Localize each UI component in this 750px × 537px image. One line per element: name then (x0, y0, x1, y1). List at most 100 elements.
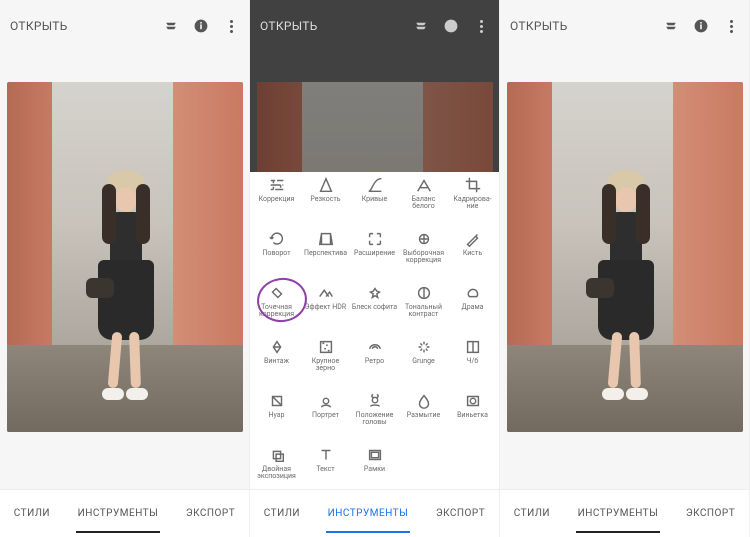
crop-icon (464, 176, 482, 194)
tonal-icon (415, 284, 433, 302)
canvas[interactable] (0, 52, 249, 489)
noir-icon (268, 392, 286, 410)
bottom-tabs: СТИЛИ ИНСТРУМЕНТЫ ЭКСПОРТ (500, 489, 749, 537)
tool-brush[interactable]: Кисть (448, 230, 497, 284)
info-icon[interactable] (193, 18, 209, 34)
tool-label: Кисть (463, 250, 482, 257)
open-button[interactable]: ОТКРЫТЬ (260, 19, 318, 33)
edited-photo (507, 82, 743, 432)
tool-retro[interactable]: Ретро (350, 338, 399, 392)
tool-label: Эффект HDR (305, 304, 346, 311)
tool-label: Ч/б (467, 358, 479, 365)
topbar: ОТКРЫТЬ (500, 0, 749, 52)
tab-styles[interactable]: СТИЛИ (512, 502, 552, 525)
tool-glamour[interactable]: Блеск софита (350, 284, 399, 338)
more-icon[interactable] (723, 18, 739, 34)
tab-export[interactable]: ЭКСПОРТ (434, 502, 487, 525)
tool-double[interactable]: Двойная экспозиция (252, 446, 301, 489)
tool-label: Поворот (262, 250, 290, 257)
stack-icon[interactable] (163, 18, 179, 34)
edited-photo (7, 82, 243, 432)
bottom-tabs: СТИЛИ ИНСТРУМЕНТЫ ЭКСПОРТ (250, 489, 499, 537)
tool-label: Ретро (365, 358, 384, 365)
tool-text[interactable]: Текст (301, 446, 350, 489)
tool-rotate[interactable]: Поворот (252, 230, 301, 284)
tool-headpose[interactable]: Положение головы (350, 392, 399, 446)
hdr-icon (317, 284, 335, 302)
retro-icon (366, 338, 384, 356)
vintage-icon (268, 338, 286, 356)
grunge-icon (415, 338, 433, 356)
tool-grunge[interactable]: Grunge (399, 338, 448, 392)
tool-label: Нуар (269, 412, 285, 419)
tool-label: Винтаж (264, 358, 289, 365)
tool-label: Выборочная коррекция (401, 250, 447, 264)
tool-label: Коррекция (259, 196, 295, 203)
tool-label: Виньетка (457, 412, 488, 419)
tool-label: Кадрирова-ние (450, 196, 496, 210)
tool-perspective[interactable]: Перспектива (301, 230, 350, 284)
tool-hdr[interactable]: Эффект HDR (301, 284, 350, 338)
tool-vintage[interactable]: Винтаж (252, 338, 301, 392)
bw-icon (464, 338, 482, 356)
tool-label: Рамки (364, 466, 385, 473)
tool-blur[interactable]: Размытие (399, 392, 448, 446)
tab-export[interactable]: ЭКСПОРТ (184, 502, 237, 525)
tab-export[interactable]: ЭКСПОРТ (684, 502, 737, 525)
selective-icon (415, 230, 433, 248)
tab-styles[interactable]: СТИЛИ (12, 502, 52, 525)
tool-noir[interactable]: Нуар (252, 392, 301, 446)
tool-label: Резкость (310, 196, 340, 203)
more-icon[interactable] (223, 18, 239, 34)
text-icon (317, 446, 335, 464)
info-icon[interactable] (693, 18, 709, 34)
tool-bw[interactable]: Ч/б (448, 338, 497, 392)
stack-icon[interactable] (663, 18, 679, 34)
info-icon (443, 18, 459, 34)
tool-label: Кривые (362, 196, 388, 203)
screen-right: ОТКРЫТЬ СТИЛИ ИНСТРУМЕНТЫ ЭКСПОРТ (500, 0, 750, 537)
tab-styles[interactable]: СТИЛИ (262, 502, 302, 525)
vignette-icon (464, 392, 482, 410)
drama-icon (464, 284, 482, 302)
open-button[interactable]: ОТКРЫТЬ (510, 19, 568, 33)
canvas[interactable] (500, 52, 749, 489)
screen-middle: ОТКРЫТЬ Коррекция Резкость Кривые Баланс бе… (250, 0, 500, 537)
curves-icon (366, 176, 384, 194)
tool-tune[interactable]: Коррекция (252, 176, 301, 230)
tab-tools[interactable]: ИНСТРУМЕНТЫ (576, 502, 661, 525)
expand-icon (366, 230, 384, 248)
tool-label: Двойная экспозиция (254, 466, 300, 480)
tool-whitebalance[interactable]: Баланс белого (399, 176, 448, 230)
tool-label: Портрет (312, 412, 339, 419)
tool-selective[interactable]: Выборочная коррекция (399, 230, 448, 284)
tool-label: Баланс белого (401, 196, 447, 210)
perspective-icon (317, 230, 335, 248)
tool-label: Крупное зерно (303, 358, 349, 372)
tool-sharpen[interactable]: Резкость (301, 176, 350, 230)
tool-expand[interactable]: Расширение (350, 230, 399, 284)
topbar-actions (163, 18, 239, 34)
tab-tools[interactable]: ИНСТРУМЕНТЫ (76, 502, 161, 525)
stack-icon (413, 18, 429, 34)
topbar: ОТКРЫТЬ (0, 0, 249, 52)
tool-label: Положение головы (352, 412, 398, 426)
tool-label: Перспектива (304, 250, 347, 257)
tool-curves[interactable]: Кривые (350, 176, 399, 230)
tool-grainy[interactable]: Крупное зерно (301, 338, 350, 392)
tools-grid: Коррекция Резкость Кривые Баланс белогоКадр… (250, 172, 499, 489)
tool-tonal[interactable]: Тональный контраст (399, 284, 448, 338)
tool-vignette[interactable]: Виньетка (448, 392, 497, 446)
tool-crop[interactable]: Кадрирова-ние (448, 176, 497, 230)
portrait-icon (317, 392, 335, 410)
tool-frames[interactable]: Рамки (350, 446, 399, 489)
brush-icon (464, 230, 482, 248)
whitebalance-icon (415, 176, 433, 194)
screen-left: ОТКРЫТЬ СТИЛИ ИНСТРУМЕНТЫ ЭКСПОРТ (0, 0, 250, 537)
tab-tools[interactable]: ИНСТРУМЕНТЫ (326, 502, 411, 525)
headpose-icon (366, 392, 384, 410)
tool-portrait[interactable]: Портрет (301, 392, 350, 446)
glamour-icon (366, 284, 384, 302)
tool-drama[interactable]: Драма (448, 284, 497, 338)
open-button[interactable]: ОТКРЫТЬ (10, 19, 68, 33)
